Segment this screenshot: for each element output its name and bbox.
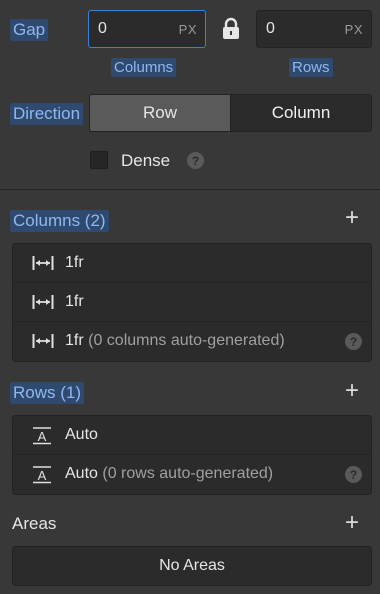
add-area-icon[interactable]: + xyxy=(345,511,359,535)
svg-text:A: A xyxy=(38,429,47,444)
rows-list: A Auto A Auto (0 rows auto-generated) ? xyxy=(12,415,372,495)
gap-rows-input[interactable]: 0 PX xyxy=(256,10,372,48)
column-track-row[interactable]: 1fr xyxy=(13,244,371,283)
row-auto-note: (0 rows auto-generated) xyxy=(102,465,274,482)
dense-label: Dense xyxy=(121,151,171,170)
columns-list: 1fr 1fr 1fr (0 columns auto-generated) ? xyxy=(12,243,372,362)
row-track-row[interactable]: A Auto (0 rows auto-generated) ? xyxy=(13,455,371,494)
row-auto-icon: A xyxy=(32,427,54,445)
column-track-text: 1fr (0 columns auto-generated) xyxy=(65,332,285,350)
direction-column-option[interactable]: Column xyxy=(231,95,371,131)
rows-help-icon[interactable]: ? xyxy=(345,466,362,483)
column-track-value: 1fr xyxy=(65,293,84,310)
gap-rows-value[interactable]: 0 xyxy=(266,20,275,38)
row-track-row[interactable]: A Auto xyxy=(13,416,371,455)
gap-rows-unit[interactable]: PX xyxy=(345,22,363,37)
row-track-value: Auto xyxy=(65,426,98,443)
gap-rows-label: Rows xyxy=(289,58,333,77)
rows-section-title: Rows (1) xyxy=(10,382,85,404)
row-track-value: Auto xyxy=(65,465,98,482)
column-width-icon xyxy=(32,255,54,271)
gap-columns-unit[interactable]: PX xyxy=(179,22,197,37)
column-width-icon xyxy=(32,294,54,310)
direction-label: Direction xyxy=(10,103,84,125)
column-auto-note: (0 columns auto-generated) xyxy=(88,332,285,349)
column-track-value: 1fr xyxy=(65,254,84,271)
column-track-row[interactable]: 1fr xyxy=(13,283,371,322)
dense-help-icon[interactable]: ? xyxy=(187,152,204,169)
columns-help-icon[interactable]: ? xyxy=(345,333,362,350)
svg-text:A: A xyxy=(38,468,47,483)
row-auto-icon: A xyxy=(32,466,54,484)
add-column-icon[interactable]: + xyxy=(345,206,359,230)
gap-columns-label: Columns xyxy=(111,58,177,77)
add-row-icon[interactable]: + xyxy=(345,379,359,403)
gap-label: Gap xyxy=(10,19,49,41)
column-width-icon xyxy=(32,333,54,349)
column-track-value: 1fr xyxy=(65,332,84,349)
columns-section-title: Columns (2) xyxy=(10,210,109,232)
row-track-text: Auto (0 rows auto-generated) xyxy=(65,465,273,483)
gap-columns-input[interactable]: 0 PX xyxy=(88,10,206,48)
areas-section-title: Areas xyxy=(12,514,57,533)
lock-icon[interactable] xyxy=(221,17,241,41)
section-divider xyxy=(0,189,380,190)
dense-checkbox[interactable] xyxy=(90,151,108,169)
direction-toggle[interactable]: Row Column xyxy=(89,94,372,132)
areas-empty-state: No Areas xyxy=(12,546,372,586)
gap-columns-value[interactable]: 0 xyxy=(98,20,107,38)
direction-row-option[interactable]: Row xyxy=(90,95,231,131)
column-track-row[interactable]: 1fr (0 columns auto-generated) ? xyxy=(13,322,371,361)
